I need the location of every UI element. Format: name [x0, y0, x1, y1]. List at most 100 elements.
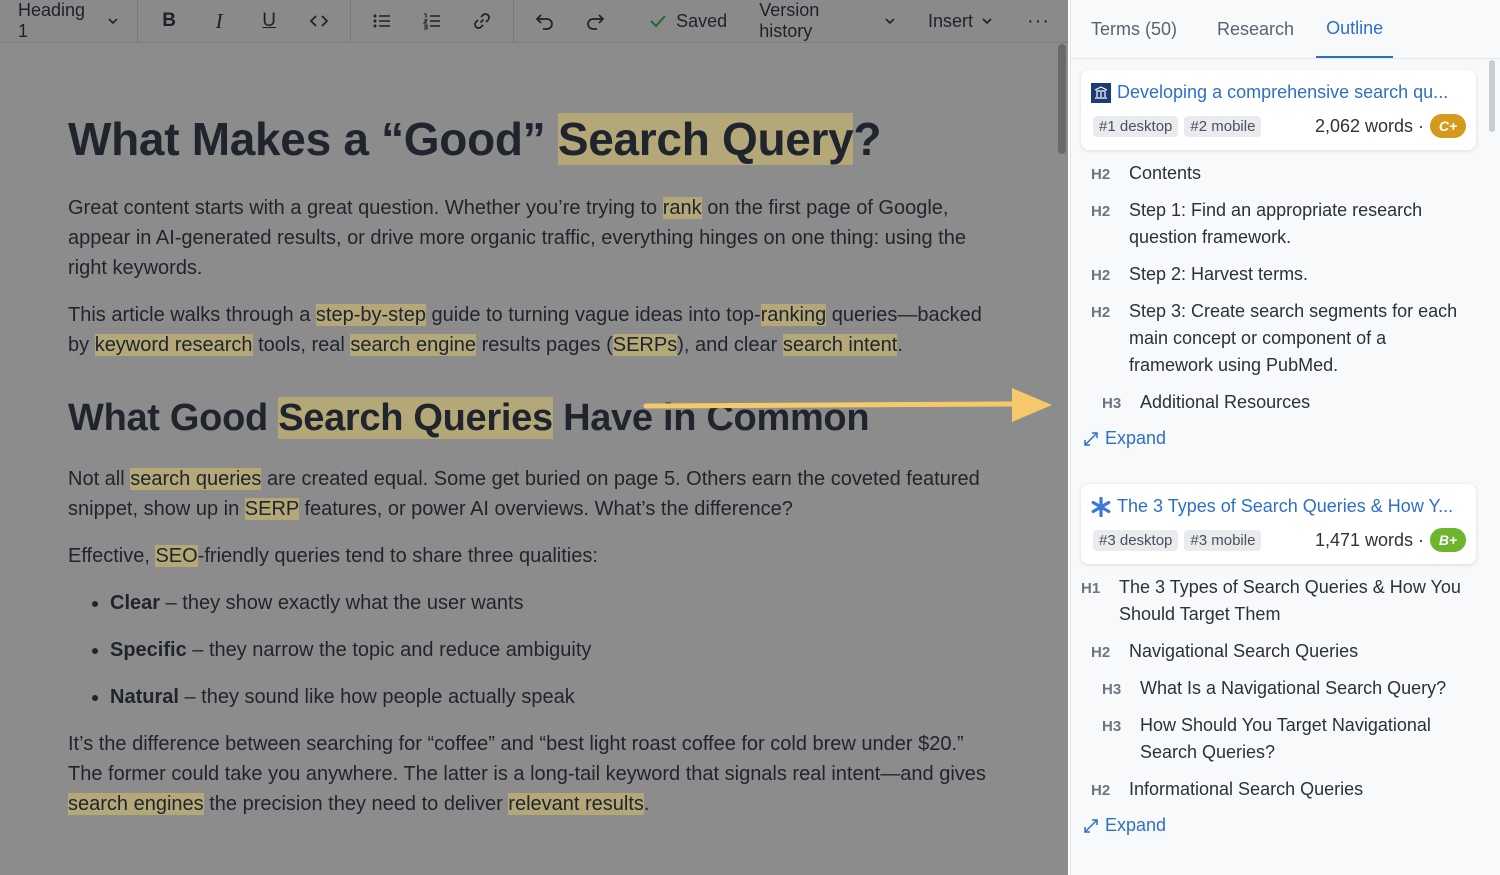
- outline-item-text: What Is a Navigational Search Query?: [1140, 678, 1447, 698]
- highlighted-term: rank: [662, 197, 702, 220]
- heading-level-tag: H2: [1091, 644, 1111, 661]
- sidebar-scrollbar[interactable]: [1489, 60, 1495, 132]
- chevron-down-icon: [885, 18, 895, 25]
- heading-style-label: Heading 1: [18, 0, 86, 41]
- highlighted-term: ranking: [760, 304, 827, 327]
- heading-level-tag: H2: [1091, 782, 1111, 799]
- undo-button[interactable]: [520, 0, 570, 42]
- qualities-list: Clear – they show exactly what the user …: [68, 588, 988, 712]
- heading-style-dropdown[interactable]: Heading 1: [0, 0, 139, 42]
- competitor-card[interactable]: The 3 Types of Search Queries & How Y...…: [1081, 484, 1476, 564]
- highlighted-term: step-by-step: [315, 304, 426, 327]
- mobile-rank-badge: #3 mobile: [1184, 529, 1262, 551]
- document-title: What Makes a “Good” Search Query?: [68, 113, 882, 165]
- outline-item-text: Informational Search Queries: [1129, 779, 1364, 799]
- heading-level-tag: H1: [1081, 580, 1101, 597]
- paragraph: Effective, SEO-friendly queries tend to …: [68, 544, 598, 567]
- underline-icon: U: [262, 10, 276, 31]
- editor-scrollbar[interactable]: [1058, 44, 1066, 154]
- tab-research[interactable]: Research: [1197, 0, 1314, 58]
- highlighted-term: search intent: [782, 334, 898, 357]
- chevron-down-icon: [982, 18, 992, 25]
- competitor-title: Developing a comprehensive search qu...: [1117, 82, 1449, 102]
- numbered-list-icon: [422, 13, 441, 30]
- competitor-card[interactable]: Developing a comprehensive search qu... …: [1081, 70, 1476, 150]
- list-item: Clear – they show exactly what the user …: [110, 588, 988, 618]
- text-format-group: B I U: [138, 0, 352, 42]
- version-history-menu[interactable]: Version history: [743, 0, 912, 42]
- heading-level-tag: H2: [1091, 304, 1111, 321]
- expand-outline-button[interactable]: Expand: [1083, 428, 1166, 449]
- highlighted-term: relevant results: [508, 792, 644, 815]
- insert-menu[interactable]: Insert: [912, 11, 1009, 32]
- more-icon: ···: [1027, 9, 1050, 32]
- numbered-list-button[interactable]: [407, 0, 457, 42]
- desktop-rank-badge: #1 desktop: [1093, 115, 1179, 137]
- paragraph: Great content starts with a great questi…: [68, 197, 966, 280]
- bold-button[interactable]: B: [144, 0, 194, 42]
- outline-item-text: Navigational Search Queries: [1129, 641, 1359, 661]
- save-status-label: Saved: [676, 10, 728, 31]
- heading-level-tag: H2: [1091, 203, 1111, 220]
- highlighted-term: SERPs: [612, 334, 678, 357]
- code-button[interactable]: [294, 0, 344, 42]
- outline-item[interactable]: H2 Step 2: Harvest terms.: [1091, 261, 1471, 289]
- outline-item-text: Step 2: Harvest terms.: [1129, 264, 1309, 284]
- redo-button[interactable]: [570, 0, 620, 42]
- document-body[interactable]: What Makes a “Good” Search Query? Great …: [68, 112, 988, 836]
- outline-item[interactable]: H2 Informational Search Queries: [1091, 776, 1471, 804]
- more-options-button[interactable]: ···: [1009, 10, 1068, 33]
- chevron-down-icon: [108, 18, 118, 25]
- outline-item[interactable]: H3 How Should You Target Navigational Se…: [1102, 712, 1442, 766]
- paragraph: Not all search queries are created equal…: [68, 467, 980, 520]
- content-grade-badge: C+: [1430, 114, 1466, 138]
- tab-outline[interactable]: Outline: [1316, 0, 1394, 58]
- version-history-label: Version history: [759, 0, 820, 41]
- paragraph: It’s the difference between searching fo…: [68, 732, 986, 815]
- competitor-title-link[interactable]: The 3 Types of Search Queries & How Y...: [1091, 496, 1464, 517]
- highlighted-term: SEO: [155, 544, 198, 567]
- list-item: Specific – they narrow the topic and red…: [110, 635, 988, 665]
- outline-item[interactable]: H2 Step 1: Find an appropriate research …: [1091, 197, 1471, 251]
- outline-item[interactable]: H2 Step 3: Create search segments for ea…: [1091, 298, 1471, 379]
- competitor-meta: #3 desktop #3 mobile 1,471 words · B+: [1093, 528, 1466, 552]
- mobile-rank-badge: #2 mobile: [1184, 115, 1262, 137]
- bullet-list-button[interactable]: [357, 0, 407, 42]
- competitor-title-link[interactable]: Developing a comprehensive search qu...: [1091, 82, 1464, 103]
- highlighted-term: Search Queries: [278, 397, 553, 440]
- highlighted-term: keyword research: [94, 334, 253, 357]
- outline-item[interactable]: H3 What Is a Navigational Search Query?: [1102, 675, 1471, 703]
- outline-item[interactable]: H2 Contents: [1091, 160, 1471, 188]
- code-icon: [309, 15, 329, 27]
- outline-item[interactable]: H3 Additional Resources: [1102, 389, 1471, 417]
- competitor-meta: #1 desktop #2 mobile 2,062 words · C+: [1093, 114, 1466, 138]
- redo-icon: [587, 14, 605, 30]
- sidebar-tabs: Terms (50) Research Outline: [1071, 0, 1500, 59]
- expand-label: Expand: [1105, 428, 1167, 448]
- outline-sidebar: Terms (50) Research Outline Developing a…: [1070, 0, 1500, 875]
- university-logo-icon: [1091, 82, 1111, 103]
- underline-button[interactable]: U: [244, 0, 294, 42]
- highlighted-term: search engine: [350, 334, 477, 357]
- bold-icon: B: [162, 10, 176, 31]
- editor-pane: Heading 1 B I U Saved Version history In…: [0, 0, 1068, 875]
- outline-item-text: Additional Resources: [1140, 392, 1311, 412]
- link-button[interactable]: [457, 0, 507, 42]
- word-count: 2,062 words ·: [1314, 115, 1424, 136]
- heading-level-tag: H2: [1091, 166, 1111, 183]
- link-icon: [474, 13, 491, 29]
- highlighted-term: Search Query: [557, 113, 854, 165]
- content-grade-badge: B+: [1430, 528, 1466, 552]
- outline-item-text: Contents: [1129, 163, 1202, 183]
- checkmark-icon: [650, 15, 666, 28]
- heading-level-tag: H3: [1102, 718, 1122, 735]
- expand-outline-button[interactable]: Expand: [1083, 815, 1166, 836]
- tab-terms[interactable]: Terms (50): [1071, 0, 1197, 58]
- undo-icon: [535, 14, 553, 30]
- italic-button[interactable]: I: [194, 0, 244, 42]
- insert-label: Insert: [927, 10, 974, 31]
- expand-icon: [1084, 431, 1098, 446]
- save-status: Saved: [626, 11, 743, 32]
- outline-item[interactable]: H1 The 3 Types of Search Queries & How Y…: [1081, 574, 1476, 628]
- outline-item[interactable]: H2 Navigational Search Queries: [1091, 638, 1471, 666]
